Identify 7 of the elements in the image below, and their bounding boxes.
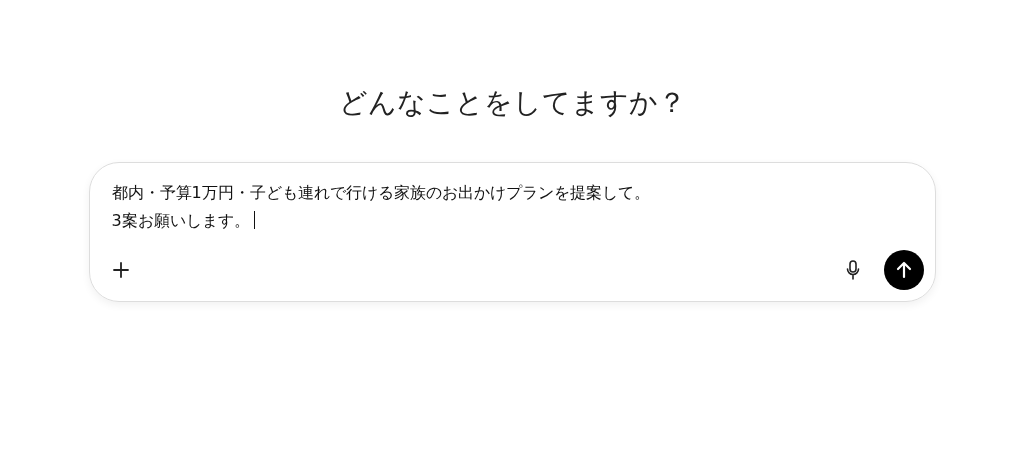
plus-icon — [111, 261, 130, 279]
send-button[interactable] — [883, 250, 924, 290]
page-heading: どんなことをしてますか？ — [338, 85, 686, 121]
arrow-up-icon — [895, 261, 912, 279]
prompt-box[interactable]: 都内・予算1万円・子ども連れで行ける家族のお出かけプランを提案して。 3案お願いします。 — [88, 162, 936, 302]
prompt-text[interactable]: 都内・予算1万円・子ども連れで行ける家族のお出かけプランを提案して。 3案お願いします。 — [111, 179, 924, 235]
microphone-icon — [845, 260, 860, 280]
